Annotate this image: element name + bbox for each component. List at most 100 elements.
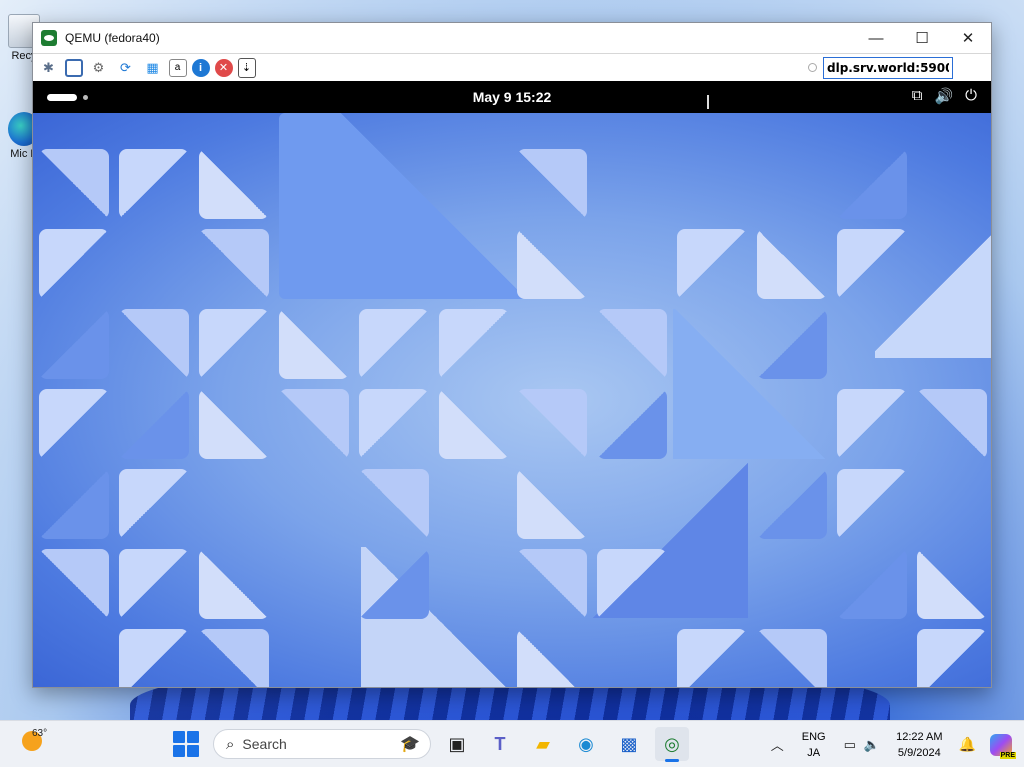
wallpaper-tile [199,309,269,379]
refresh-icon[interactable]: ⟳ [115,57,137,79]
graduation-cap-icon: 🎓 [400,736,420,753]
wallpaper-tile [119,629,189,687]
wallpaper-tile [119,149,189,219]
windows-icon[interactable]: ▦ [142,57,164,79]
ime-code: JA [807,746,821,759]
wallpaper-tile [359,469,429,539]
qemu-window: QEMU (fedora40) — ☐ ✕ ✱ ⚙ ⟳ ▦ a i ✕ ⇣ Ma… [32,22,992,688]
gnome-top-bar: May 9 15:22 ⧉ 🔊 ⏻ [33,81,991,113]
window-titlebar[interactable]: QEMU (fedora40) — ☐ ✕ [33,23,991,53]
store-icon[interactable]: ▩ [612,727,646,761]
wallpaper-tile [677,629,747,687]
wallpaper-tile [279,389,349,459]
close-button[interactable]: ✕ [945,23,991,53]
wallpaper-tile [517,229,587,299]
edge-icon[interactable]: ◉ [569,727,603,761]
gnome-wallpaper [33,113,991,687]
wallpaper-tile [199,229,269,299]
copilot-badge: PRE [999,751,1016,759]
maximize-button[interactable]: ☐ [899,23,945,53]
wallpaper-tile [597,309,667,379]
connection-status-icon [808,63,817,72]
wallpaper-tile [199,629,269,687]
minimize-button[interactable]: — [853,23,899,53]
windows-taskbar: 63° ⌕ Search 🎓 ▣ T ▰ ◉ ▩ ◎ ︿ ENG JA ▭ 🔈 … [0,720,1024,767]
fullscreen-icon[interactable] [64,58,83,77]
guest-screen[interactable]: May 9 15:22 ⧉ 🔊 ⏻ [33,81,991,687]
qemu-app-icon [41,30,57,46]
wallpaper-tile [39,229,109,299]
mouse-cursor [707,95,715,109]
wallpaper-tile [837,469,907,539]
wallpaper-tile [359,309,429,379]
wallpaper-tile [517,389,587,459]
volume-icon[interactable]: 🔊 [934,87,953,105]
wallpaper-tile [517,469,587,539]
weather-widget[interactable]: 63° [22,728,47,751]
gnome-clock[interactable]: May 9 15:22 [33,89,991,105]
input-language[interactable]: ENG JA [802,729,826,761]
wallpaper-tile [677,229,747,299]
wallpaper-tile [517,629,587,687]
wallpaper-tile [39,549,109,619]
task-view-icon[interactable]: ▣ [440,727,474,761]
wallpaper-tile [119,549,189,619]
notification-bell-icon[interactable]: 🔔 [959,736,976,753]
wallpaper-tile [39,469,109,539]
window-title: QEMU (fedora40) [65,31,160,45]
settings-icon[interactable]: ⚙ [88,57,110,79]
language-code: ENG [801,730,826,743]
wallpaper-tile [757,469,827,539]
clock-date: 5/9/2024 [897,746,941,759]
wallpaper-tile [119,469,189,539]
wallpaper-tile [917,389,987,459]
file-explorer-icon[interactable]: ▰ [526,727,560,761]
wallpaper-tile [359,389,429,459]
wallpaper-tile [517,149,587,219]
wallpaper-tile [757,629,827,687]
power-icon[interactable]: ⏻ [965,87,977,105]
wallpaper-tile [837,549,907,619]
wallpaper-tile [439,309,509,379]
taskbar-search[interactable]: ⌕ Search 🎓 [213,729,431,759]
puzzle-icon[interactable]: ✱ [38,57,60,79]
viewer-toolbar: ✱ ⚙ ⟳ ▦ a i ✕ ⇣ [33,53,991,81]
search-icon: ⌕ [226,735,235,753]
wallpaper-tile [39,309,109,379]
start-button[interactable] [173,731,199,757]
keyboard-icon[interactable]: a [168,58,187,77]
copilot-icon[interactable]: PRE [990,733,1016,759]
qemu-taskbar-icon[interactable]: ◎ [655,727,689,762]
wallpaper-tile [837,229,907,299]
wallpaper-tile [837,389,907,459]
wallpaper-tile [917,549,987,619]
wallpaper-tile [837,149,907,219]
teams-icon[interactable]: T [483,727,517,761]
wallpaper-tile [119,309,189,379]
wallpaper-tile [597,549,667,619]
chevron-up-icon[interactable]: ︿ [771,735,784,754]
clock[interactable]: 12:22 AM 5/9/2024 [896,729,942,761]
download-icon[interactable]: ⇣ [237,57,256,78]
wallpaper-tile [757,309,827,379]
weather-temperature: 63° [32,728,48,739]
wallpaper-tile [39,149,109,219]
search-placeholder: Search [242,736,287,752]
network-icon[interactable]: ▭ [844,737,856,753]
stop-icon[interactable]: ✕ [214,58,233,77]
wallpaper-tile [279,309,349,379]
info-icon[interactable]: i [191,58,210,77]
wallpaper-tile [757,229,827,299]
clock-time: 12:22 AM [896,730,943,743]
wallpaper-tile [199,389,269,459]
wallpaper-tile [917,629,987,687]
network-icon[interactable]: ⧉ [912,87,923,105]
wallpaper-tile [517,549,587,619]
wallpaper-tile [199,549,269,619]
wallpaper-tile [439,389,509,459]
wallpaper-tile [199,149,269,219]
wallpaper-tile [39,389,109,459]
volume-icon[interactable]: 🔈 [864,737,880,753]
wallpaper-tile [119,389,189,459]
host-address-field[interactable] [823,56,953,79]
